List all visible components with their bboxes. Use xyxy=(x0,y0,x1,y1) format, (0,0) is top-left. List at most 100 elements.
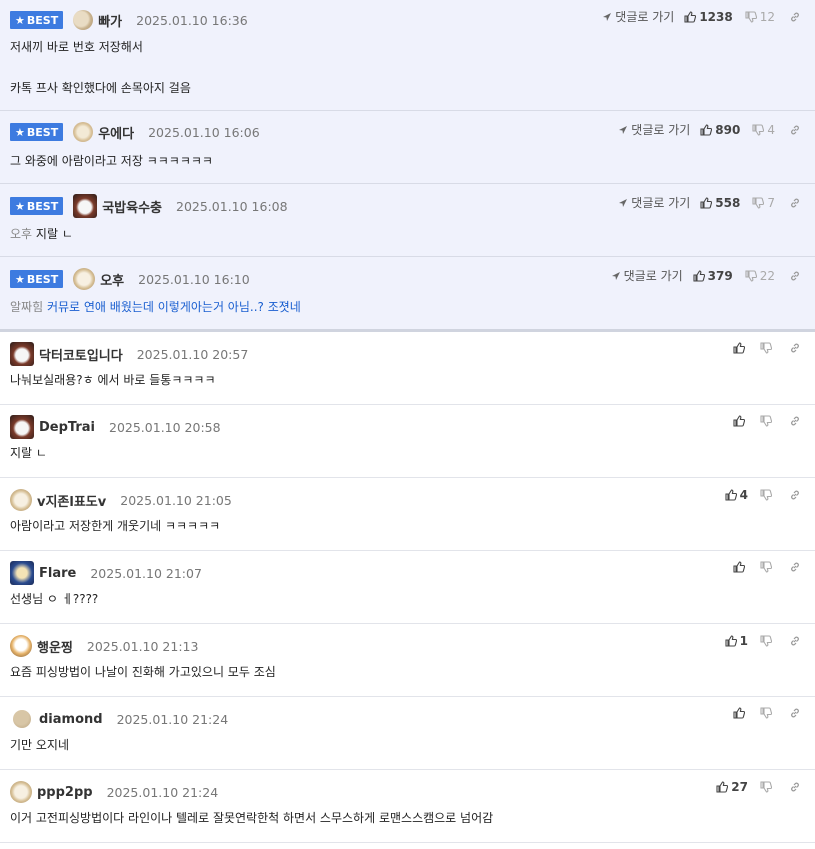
dislike-button[interactable] xyxy=(760,561,775,573)
like-button[interactable]: 558 xyxy=(700,196,740,210)
reply-target[interactable]: 오후 xyxy=(10,227,32,241)
dislike-button[interactable] xyxy=(760,489,775,501)
arrow-icon xyxy=(619,125,628,134)
dislike-button[interactable] xyxy=(760,342,775,354)
avatar[interactable] xyxy=(73,268,96,290)
nickname[interactable]: DepTrai xyxy=(39,420,95,435)
nickname[interactable]: ppp2pp xyxy=(37,785,93,800)
nickname[interactable]: 닥터코토입니다 xyxy=(39,345,123,364)
dislike-button[interactable]: 7 xyxy=(752,196,775,210)
nickname[interactable]: v지존l표도v xyxy=(37,491,106,510)
comment-meta: v지존l표도v 2025.01.10 21:05 xyxy=(10,487,232,513)
thumbs-up-icon xyxy=(716,781,729,793)
comment-actions xyxy=(733,707,801,719)
arrow-icon xyxy=(619,198,628,207)
link-icon[interactable] xyxy=(789,561,801,573)
link-icon[interactable] xyxy=(789,270,801,282)
comment-text: 이거 고전피싱방법이다 라인이나 텔레로 잘못연락한척 하면서 스무스하게 로맨… xyxy=(10,811,494,825)
reply-target[interactable]: 알짜힘 xyxy=(10,300,43,314)
like-button[interactable]: 379 xyxy=(693,269,733,283)
dislike-button[interactable] xyxy=(760,707,775,719)
avatar[interactable] xyxy=(10,342,34,366)
like-button[interactable]: 890 xyxy=(700,123,740,137)
comment-text: 요즘 피싱방법이 나날이 진화해 가고있으니 모두 조심 xyxy=(10,665,276,679)
avatar[interactable] xyxy=(73,10,94,30)
timestamp: 2025.01.10 20:57 xyxy=(136,346,249,362)
comment-meta: ★ BEST 오후 2025.01.10 16:10 xyxy=(10,266,250,292)
dislike-button[interactable]: 22 xyxy=(745,269,775,283)
link-icon[interactable] xyxy=(789,11,801,23)
avatar[interactable] xyxy=(10,561,34,585)
thumbs-down-icon xyxy=(760,415,772,427)
thumbs-down-icon xyxy=(760,489,772,501)
nickname[interactable]: diamond xyxy=(39,712,103,727)
dislike-button[interactable] xyxy=(760,635,775,647)
nickname[interactable]: 국밥육수충 xyxy=(102,197,162,216)
comment: diamond 2025.01.10 21:24 기만 오지네 xyxy=(0,697,815,770)
thumbs-up-icon xyxy=(725,635,737,647)
avatar[interactable] xyxy=(73,122,94,142)
dislike-button[interactable] xyxy=(760,781,775,793)
go-to-reply-link[interactable]: 댓글로 가기 xyxy=(618,121,690,138)
thumbs-up-icon xyxy=(684,10,697,23)
like-button[interactable] xyxy=(733,342,748,354)
comment-actions: 댓글로 가기 379 22 xyxy=(611,267,801,284)
link-icon[interactable] xyxy=(789,635,801,647)
link-icon[interactable] xyxy=(789,707,801,719)
thumbs-down-icon xyxy=(745,10,757,23)
comment-meta: ppp2pp 2025.01.10 21:24 xyxy=(10,779,218,805)
thumbs-down-icon xyxy=(752,196,765,209)
go-to-reply-link[interactable]: 댓글로 가기 xyxy=(618,194,690,211)
comment: ppp2pp 2025.01.10 21:24 27 이거 고전피싱방법이다 라인이나… xyxy=(0,770,815,843)
arrow-icon xyxy=(611,271,620,280)
link-icon[interactable] xyxy=(789,489,801,501)
nickname[interactable]: 빠가 xyxy=(98,11,122,30)
dislike-button[interactable]: 12 xyxy=(745,10,775,24)
link-icon[interactable] xyxy=(789,197,801,209)
comment-actions xyxy=(733,342,801,354)
link-icon[interactable] xyxy=(789,342,801,354)
dislike-button[interactable] xyxy=(760,415,775,427)
like-button[interactable]: 1 xyxy=(725,634,748,648)
avatar[interactable] xyxy=(13,710,31,728)
like-button[interactable] xyxy=(733,415,748,427)
avatar[interactable] xyxy=(10,489,32,511)
comment-text: 기만 오지네 xyxy=(10,738,70,752)
nickname[interactable]: Flare xyxy=(39,566,76,581)
nickname[interactable]: 행운찡 xyxy=(37,637,73,656)
link-icon[interactable] xyxy=(789,124,801,136)
timestamp: 2025.01.10 21:24 xyxy=(116,711,229,727)
like-button[interactable]: 1238 xyxy=(684,10,733,24)
go-to-reply-link[interactable]: 댓글로 가기 xyxy=(611,267,683,284)
nickname[interactable]: 오후 xyxy=(100,270,124,289)
nickname[interactable]: 우에다 xyxy=(98,123,134,142)
best-badge: ★ BEST xyxy=(10,270,64,288)
dislike-button[interactable]: 4 xyxy=(752,123,775,137)
thumbs-down-icon xyxy=(760,781,772,793)
avatar[interactable] xyxy=(10,415,34,439)
comment: 행운찡 2025.01.10 21:13 1 요즘 피싱방법이 나날이 진화해 가고있… xyxy=(0,624,815,697)
thumbs-up-icon xyxy=(733,561,745,573)
like-button[interactable]: 4 xyxy=(725,488,748,502)
thumbs-up-icon xyxy=(700,123,713,136)
thumbs-down-icon xyxy=(760,342,772,354)
timestamp: 2025.01.10 16:06 xyxy=(148,124,260,140)
comment: v지존l표도v 2025.01.10 21:05 4 아람이라고 저장한게 개웃기네 … xyxy=(0,478,815,551)
comment-meta: ★ BEST 우에다 2025.01.10 16:06 xyxy=(10,119,260,145)
go-to-reply-link[interactable]: 댓글로 가기 xyxy=(602,8,674,25)
like-button[interactable]: 27 xyxy=(716,780,748,794)
timestamp: 2025.01.10 16:36 xyxy=(136,12,248,28)
comment-actions: 4 xyxy=(725,488,801,502)
like-button[interactable] xyxy=(733,561,748,573)
thumbs-down-icon xyxy=(752,123,765,136)
like-button[interactable] xyxy=(733,707,748,719)
link-icon[interactable] xyxy=(789,781,801,793)
thumbs-up-icon xyxy=(733,707,745,719)
comment: DepTrai 2025.01.10 20:58 지랄 ㄴ xyxy=(0,405,815,478)
link-icon[interactable] xyxy=(789,415,801,427)
avatar[interactable] xyxy=(10,781,32,803)
avatar[interactable] xyxy=(10,635,32,657)
comment: 닥터코토입니다 2025.01.10 20:57 나눠보실래용?ㅎ 에서 바로 들통… xyxy=(0,332,815,405)
avatar[interactable] xyxy=(73,194,98,218)
thumbs-up-icon xyxy=(700,196,713,209)
